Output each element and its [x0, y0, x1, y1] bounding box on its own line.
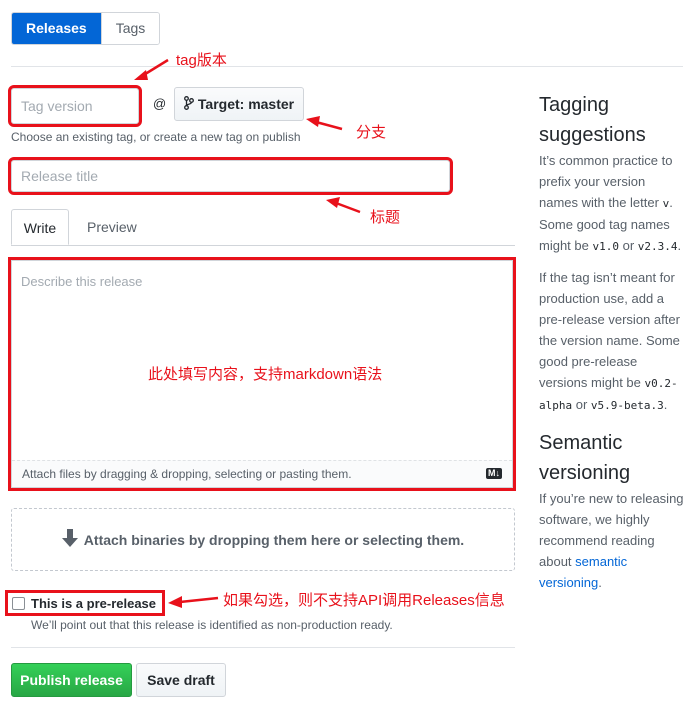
annotation-prerelease: 如果勾选，则不支持API调用Releases信息	[223, 592, 505, 609]
annotation-content: 此处填写内容，支持markdown语法	[148, 366, 383, 383]
annotation-branch: 分支	[356, 124, 387, 141]
annotation-title: 标题	[370, 209, 401, 226]
annotation-tag-version: tag版本	[176, 52, 227, 69]
